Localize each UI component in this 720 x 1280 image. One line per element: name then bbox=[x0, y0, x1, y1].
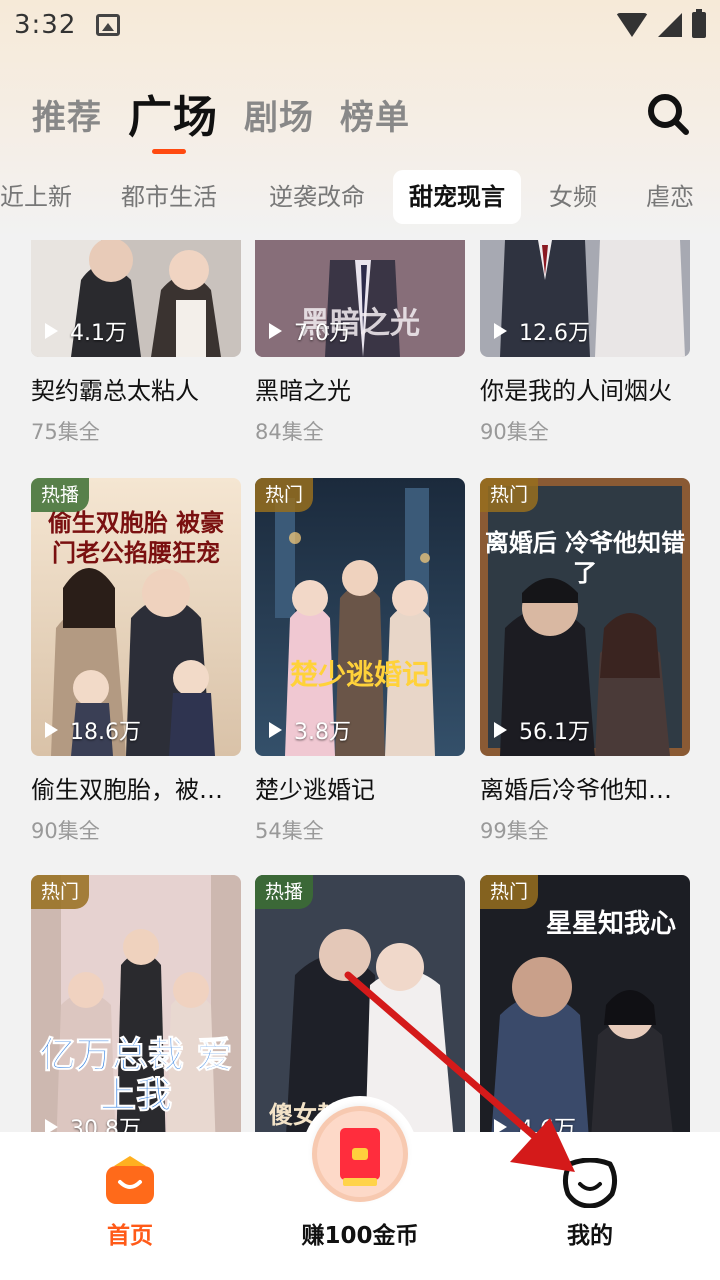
view-count: 7.0万 bbox=[269, 315, 351, 347]
category-tab-new[interactable]: 近上新 bbox=[0, 170, 88, 224]
status-bar: 3:32 bbox=[0, 0, 720, 50]
cell-signal-icon bbox=[658, 13, 682, 37]
drama-cover: 离婚后 冷爷他知错了 热门 56.1万 bbox=[480, 478, 690, 756]
drama-card[interactable]: 星星知我心 热门 4.6万 bbox=[480, 875, 690, 1132]
drama-title: 偷生双胞胎，被… bbox=[31, 776, 223, 804]
category-tab-angst[interactable]: 虐恋 bbox=[630, 170, 710, 224]
drama-card[interactable]: 12.6万 你是我的人间烟火 90集全 bbox=[480, 240, 690, 446]
episode-count: 75集全 bbox=[31, 420, 100, 444]
view-count: 18.6万 bbox=[45, 714, 141, 746]
badge-hot: 热门 bbox=[31, 875, 90, 909]
episode-count: 84集全 bbox=[255, 420, 324, 444]
tab-square[interactable]: 广场 bbox=[128, 92, 218, 154]
tab-theater[interactable]: 剧场 bbox=[244, 92, 314, 144]
drama-card[interactable]: 偷生双胞胎 被豪门老公掐腰狂宠 热播 18.6万 偷生双胞胎，被… 90集全 bbox=[31, 478, 241, 845]
drama-title: 契约霸总太粘人 bbox=[31, 377, 199, 405]
view-count: 12.6万 bbox=[494, 315, 590, 347]
category-tab-female[interactable]: 女频 bbox=[533, 170, 613, 224]
view-count: 4.6万 bbox=[494, 1111, 576, 1132]
battery-icon bbox=[692, 9, 706, 38]
category-tab-comeback[interactable]: 逆袭改命 bbox=[253, 170, 381, 224]
cover-text: 离婚后 冷爷他知错了 bbox=[484, 528, 686, 587]
drama-cover: 12.6万 bbox=[480, 240, 690, 357]
play-icon bbox=[45, 1119, 58, 1132]
badge-hot: 热门 bbox=[480, 478, 539, 512]
home-icon bbox=[106, 1156, 154, 1204]
drama-cover: 4.1万 bbox=[31, 240, 241, 357]
search-icon bbox=[648, 94, 689, 135]
badge-hot-play: 热播 bbox=[31, 478, 90, 512]
tab-recommend[interactable]: 推荐 bbox=[32, 92, 102, 144]
drama-card[interactable]: 黑暗之光 7.0万 黑暗之光 84集全 bbox=[255, 240, 465, 446]
drama-card[interactable]: 离婚后 冷爷他知错了 热门 56.1万 离婚后冷爷他知… 99集全 bbox=[480, 478, 690, 845]
play-icon bbox=[494, 1119, 507, 1132]
cover-text: 偷生双胞胎 被豪门老公掐腰狂宠 bbox=[47, 508, 225, 567]
play-icon bbox=[494, 722, 507, 738]
drama-cover: 黑暗之光 7.0万 bbox=[255, 240, 465, 357]
episode-count: 90集全 bbox=[480, 420, 549, 444]
play-icon bbox=[45, 722, 58, 738]
main-tabs: 推荐 广场 剧场 榜单 bbox=[32, 92, 436, 154]
episode-count: 99集全 bbox=[480, 819, 549, 843]
view-count: 4.1万 bbox=[45, 315, 127, 347]
category-tab-urban[interactable]: 都市生活 bbox=[105, 170, 233, 224]
wifi-icon bbox=[616, 13, 648, 37]
episode-count: 54集全 bbox=[255, 819, 324, 843]
play-icon bbox=[45, 323, 58, 339]
drama-cover: 偷生双胞胎 被豪门老公掐腰狂宠 热播 18.6万 bbox=[31, 478, 241, 756]
badge-hot: 热门 bbox=[255, 478, 314, 512]
badge-hot-play: 热播 bbox=[255, 875, 314, 909]
tab-ranking[interactable]: 榜单 bbox=[340, 92, 410, 144]
drama-cover: 楚少逃婚记 热门 3.8万 bbox=[255, 478, 465, 756]
drama-card[interactable]: 楚少逃婚记 热门 3.8万 楚少逃婚记 54集全 bbox=[255, 478, 465, 845]
drama-title: 离婚后冷爷他知… bbox=[480, 776, 672, 804]
active-tab-indicator bbox=[152, 149, 186, 154]
view-count: 3.8万 bbox=[269, 714, 351, 746]
nav-earn-coins-label: 赚100金币 bbox=[301, 1223, 419, 1249]
nav-me-label: 我的 bbox=[567, 1223, 613, 1249]
status-time: 3:32 bbox=[14, 10, 77, 40]
category-tab-sweet-romance[interactable]: 甜宠现言 bbox=[393, 170, 521, 224]
image-icon bbox=[96, 14, 121, 36]
drama-title: 你是我的人间烟火 bbox=[480, 377, 672, 405]
drama-title: 黑暗之光 bbox=[255, 377, 351, 405]
episode-count: 90集全 bbox=[31, 819, 100, 843]
drama-card[interactable]: 4.1万 契约霸总太粘人 75集全 bbox=[31, 240, 241, 446]
profile-face-icon bbox=[562, 1158, 618, 1208]
nav-earn-coins[interactable]: 赚100金币 bbox=[260, 1132, 460, 1280]
play-icon bbox=[494, 323, 507, 339]
cover-text: 亿万总裁 爱上我 bbox=[39, 1034, 233, 1116]
view-count: 56.1万 bbox=[494, 714, 590, 746]
drama-card[interactable]: 亿万总裁 爱上我 热门 30.8万 bbox=[31, 875, 241, 1132]
view-count: 30.8万 bbox=[45, 1111, 141, 1132]
play-icon bbox=[269, 722, 282, 738]
nav-home-label: 首页 bbox=[107, 1223, 153, 1249]
drama-cover: 星星知我心 热门 4.6万 bbox=[480, 875, 690, 1132]
drama-grid: 4.1万 契约霸总太粘人 75集全 黑暗之光 7.0万 黑暗之光 84集全 12… bbox=[0, 240, 720, 1132]
category-tabs: 近上新 都市生活 逆袭改命 甜宠现言 女频 虐恋 bbox=[0, 170, 720, 226]
drama-title: 楚少逃婚记 bbox=[255, 776, 375, 804]
drama-cover: 亿万总裁 爱上我 热门 30.8万 bbox=[31, 875, 241, 1132]
play-icon bbox=[269, 323, 282, 339]
bottom-nav: 首页 赚100金币 我的 bbox=[0, 1096, 720, 1280]
nav-home[interactable]: 首页 bbox=[30, 1132, 230, 1280]
cover-text: 楚少逃婚记 bbox=[289, 658, 430, 691]
tab-square-label: 广场 bbox=[128, 92, 218, 143]
search-button[interactable] bbox=[646, 92, 690, 136]
drama-card[interactable]: 傻女替嫁 热播 bbox=[255, 875, 465, 1132]
drama-cover: 傻女替嫁 热播 bbox=[255, 875, 465, 1132]
badge-hot: 热门 bbox=[480, 875, 539, 909]
